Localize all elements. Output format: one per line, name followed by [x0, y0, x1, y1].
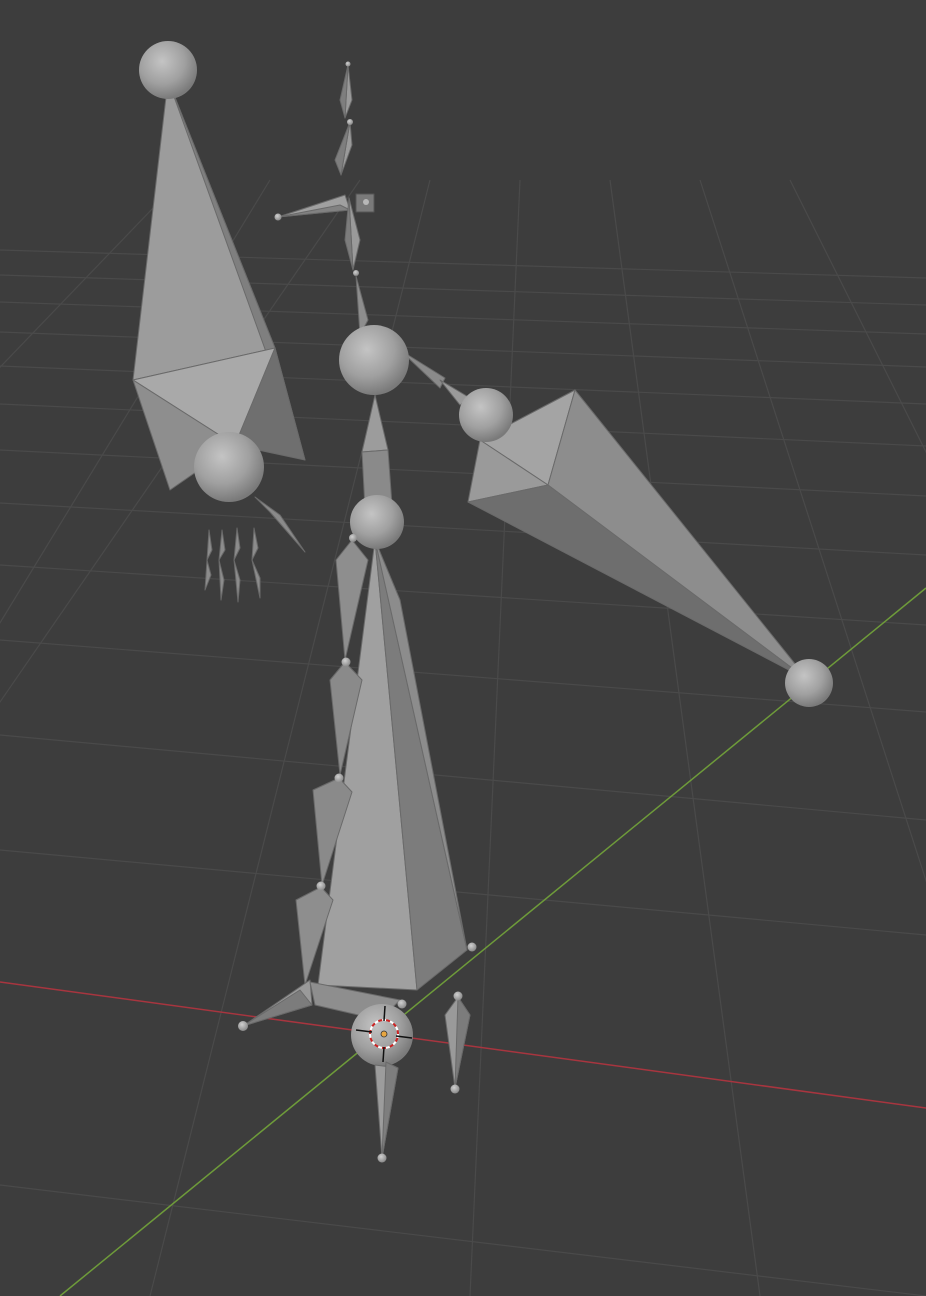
joint-spine-right[interactable]: [467, 942, 477, 952]
joint-hip-left[interactable]: [349, 534, 357, 542]
hand-finger-bones-left[interactable]: [204, 527, 261, 603]
joint-chest[interactable]: [339, 325, 409, 395]
joint-elbow-left[interactable]: [194, 432, 264, 502]
joint-shoulder-left[interactable]: [139, 41, 197, 99]
bone-jaw[interactable]: [277, 194, 351, 218]
joint-ankle-left[interactable]: [334, 773, 344, 783]
joint-head-base[interactable]: [347, 119, 353, 125]
joint-knee-left[interactable]: [341, 657, 351, 667]
3d-viewport[interactable]: [0, 0, 926, 1296]
joint-foot-left[interactable]: [316, 881, 326, 891]
joint-head-tip[interactable]: [345, 61, 351, 67]
bone-chest[interactable]: [361, 394, 393, 509]
bone-head[interactable]: [334, 121, 353, 176]
bone-root-tail[interactable]: [374, 1061, 399, 1159]
joint-leg-right-top[interactable]: [453, 991, 463, 1001]
joint-eye[interactable]: [363, 199, 369, 205]
joint-jaw-tip[interactable]: [274, 213, 282, 221]
joint-elbow-right[interactable]: [785, 659, 833, 707]
joint-leg-right-tip[interactable]: [450, 1084, 460, 1094]
viewport-canvas[interactable]: [0, 0, 926, 1296]
joint-pelvis-left-tip[interactable]: [238, 1021, 248, 1031]
bone-forearm-left[interactable]: [254, 496, 306, 553]
joint-shoulder-right[interactable]: [459, 388, 513, 442]
joint-pelvis-right[interactable]: [397, 999, 407, 1009]
bone-upper-arm-left[interactable]: [132, 79, 306, 491]
joint-root-tail[interactable]: [377, 1153, 387, 1163]
bone-leg-right[interactable]: [444, 996, 471, 1089]
bone-head-top[interactable]: [339, 64, 353, 119]
joint-neck-base[interactable]: [353, 270, 359, 276]
joint-spine-top[interactable]: [350, 495, 404, 549]
bone-clavicle-right[interactable]: [399, 349, 471, 406]
